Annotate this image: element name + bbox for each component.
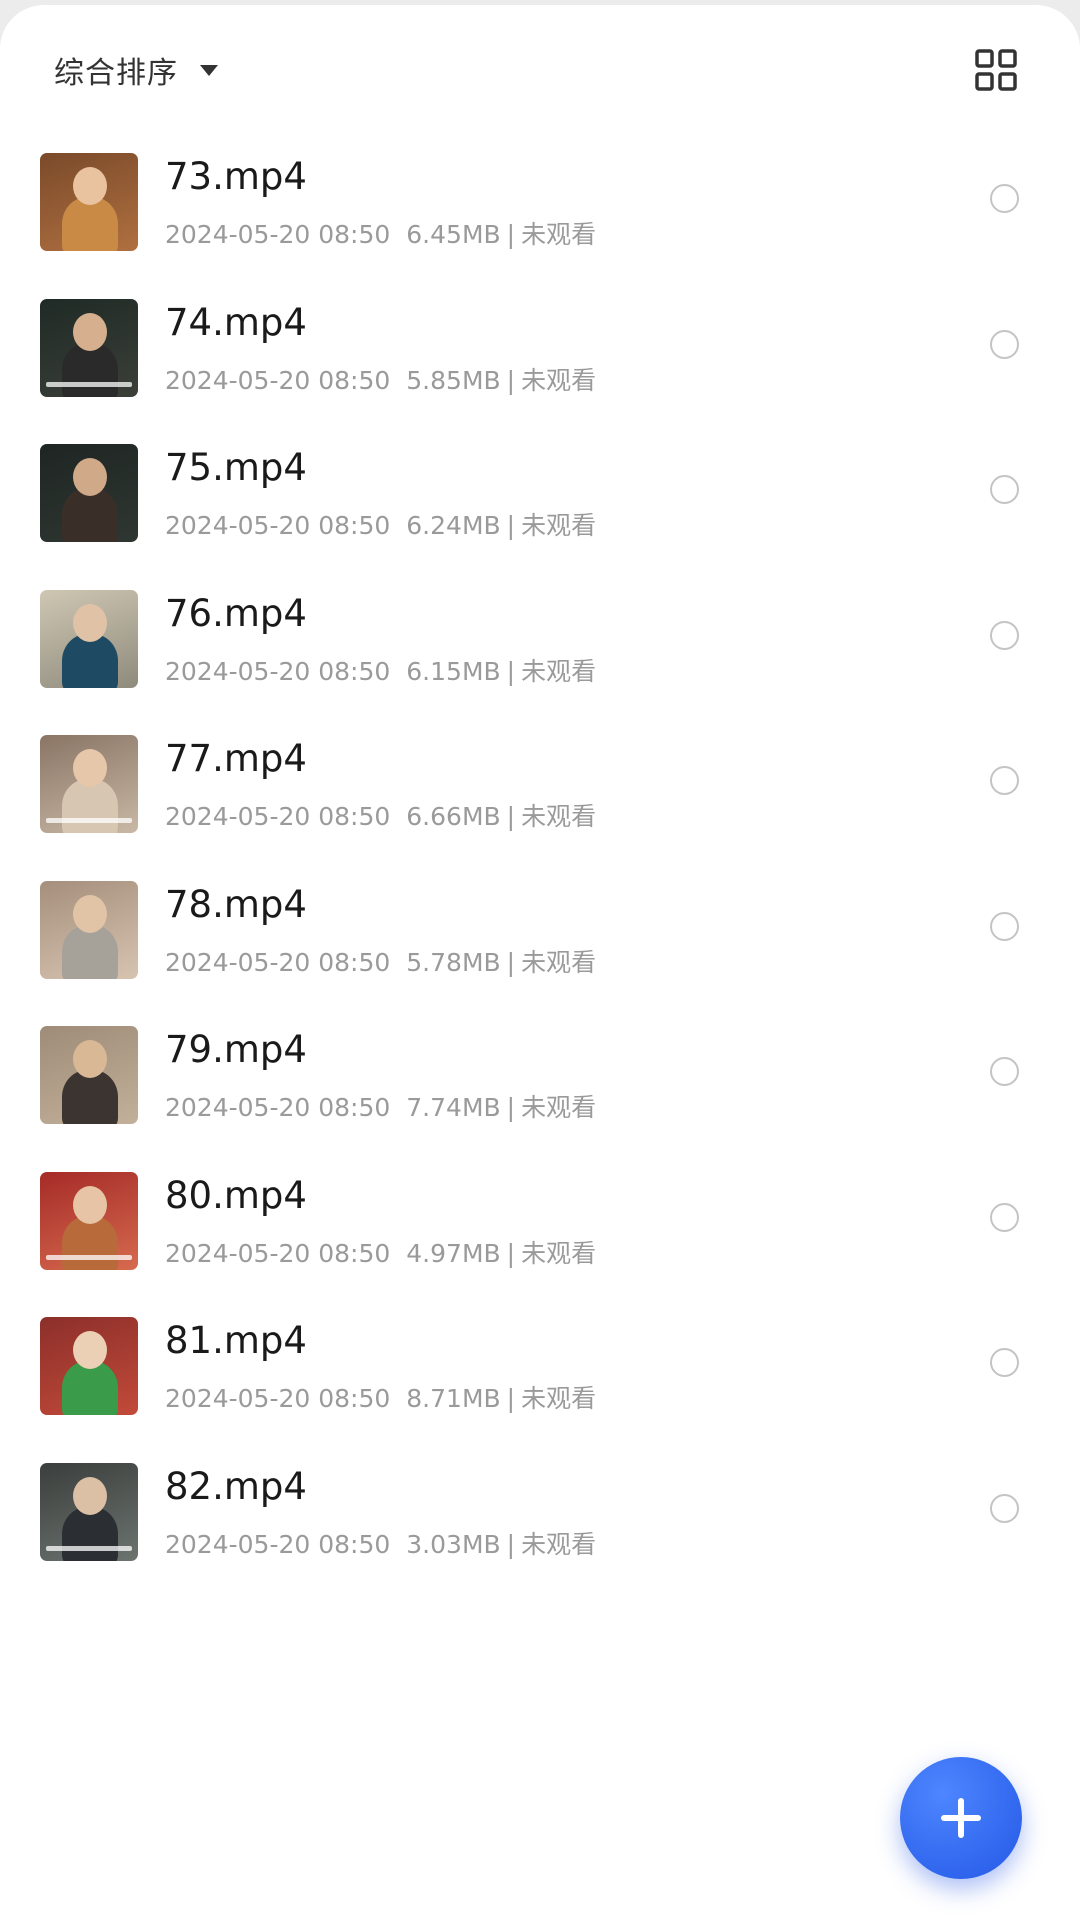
video-meta: 2024-05-20 08:50 5.85MB | 未观看 <box>165 361 596 397</box>
meta-separator: | <box>506 220 516 249</box>
video-size: 4.97MB <box>406 1238 501 1268</box>
select-radio[interactable] <box>990 1202 1019 1232</box>
video-size: 6.66MB <box>406 802 501 831</box>
select-radio[interactable] <box>990 911 1019 941</box>
video-meta: 2024-05-20 08:50 4.97MB | 未观看 <box>165 1234 596 1270</box>
video-thumbnail <box>40 589 138 688</box>
video-title: 74.mp4 <box>165 300 307 344</box>
video-list-item[interactable]: 82.mp4 2024-05-20 08:50 3.03MB | 未观看 <box>0 1415 1080 1593</box>
meta-separator: | <box>506 1238 516 1268</box>
video-thumbnail <box>40 735 138 833</box>
video-title: 82.mp4 <box>165 1464 307 1508</box>
video-date: 2024-05-20 08:50 <box>165 1529 391 1559</box>
video-size: 6.24MB <box>406 511 501 540</box>
video-title: 75.mp4 <box>165 446 307 489</box>
watch-status: 未观看 <box>521 656 597 686</box>
meta-separator: | <box>506 947 516 977</box>
video-title: 80.mp4 <box>165 1173 307 1217</box>
watch-status: 未观看 <box>521 1238 597 1268</box>
watch-status: 未观看 <box>521 1529 597 1559</box>
meta-separator: | <box>506 365 516 395</box>
video-meta: 2024-05-20 08:50 7.74MB | 未观看 <box>165 1088 596 1124</box>
video-thumbnail <box>40 1317 138 1415</box>
video-size: 5.78MB <box>406 947 501 977</box>
video-meta: 2024-05-20 08:50 5.78MB | 未观看 <box>165 943 596 979</box>
video-date: 2024-05-20 08:50 <box>165 802 391 831</box>
video-date: 2024-05-20 08:50 <box>165 656 391 686</box>
video-title: 73.mp4 <box>165 155 307 198</box>
meta-separator: | <box>506 656 516 686</box>
video-meta: 2024-05-20 08:50 6.15MB | 未观看 <box>165 652 596 688</box>
file-list-sheet: 综合排序 73.mp4 2024-05-20 08:50 6.45MB | 未观看 <box>0 5 1080 1921</box>
sort-dropdown[interactable]: 综合排序 <box>54 48 218 92</box>
video-date: 2024-05-20 08:50 <box>165 1093 391 1122</box>
video-size: 7.74MB <box>406 1093 501 1122</box>
video-thumbnail <box>40 444 138 542</box>
video-thumbnail <box>40 298 138 397</box>
video-thumbnail <box>40 153 138 251</box>
meta-separator: | <box>506 1384 516 1413</box>
select-radio[interactable] <box>990 620 1019 650</box>
sort-label: 综合排序 <box>54 56 178 91</box>
video-thumbnail <box>40 1026 138 1124</box>
video-date: 2024-05-20 08:50 <box>165 1238 391 1268</box>
video-thumbnail <box>40 1171 138 1270</box>
video-date: 2024-05-20 08:50 <box>165 220 391 249</box>
video-meta: 2024-05-20 08:50 6.45MB | 未观看 <box>165 215 596 251</box>
video-date: 2024-05-20 08:50 <box>165 365 391 395</box>
watch-status: 未观看 <box>521 802 597 831</box>
watch-status: 未观看 <box>521 1384 597 1413</box>
video-title: 76.mp4 <box>165 591 307 635</box>
video-thumbnail <box>40 1462 138 1561</box>
meta-separator: | <box>506 1093 516 1122</box>
select-radio[interactable] <box>990 184 1019 213</box>
video-size: 5.85MB <box>406 365 501 395</box>
video-thumbnail <box>40 880 138 979</box>
video-meta: 2024-05-20 08:50 3.03MB | 未观看 <box>165 1525 596 1561</box>
video-title: 81.mp4 <box>165 1319 307 1362</box>
video-size: 6.45MB <box>406 220 501 249</box>
chevron-down-icon <box>200 64 218 76</box>
select-radio[interactable] <box>990 1493 1019 1523</box>
video-meta: 2024-05-20 08:50 6.24MB | 未观看 <box>165 506 596 542</box>
select-radio[interactable] <box>990 1057 1019 1086</box>
video-date: 2024-05-20 08:50 <box>165 947 391 977</box>
select-radio[interactable] <box>990 766 1019 795</box>
grid-view-icon[interactable] <box>974 48 1018 92</box>
select-radio[interactable] <box>990 1348 1019 1377</box>
meta-separator: | <box>506 1529 516 1559</box>
video-size: 6.15MB <box>406 656 501 686</box>
video-date: 2024-05-20 08:50 <box>165 511 391 540</box>
watch-status: 未观看 <box>521 1093 597 1122</box>
watch-status: 未观看 <box>521 220 597 249</box>
meta-separator: | <box>506 511 516 540</box>
video-date: 2024-05-20 08:50 <box>165 1384 391 1413</box>
watch-status: 未观看 <box>521 511 597 540</box>
video-size: 3.03MB <box>406 1529 501 1559</box>
meta-separator: | <box>506 802 516 831</box>
add-button[interactable] <box>900 1757 1022 1879</box>
video-title: 77.mp4 <box>165 737 307 780</box>
select-radio[interactable] <box>990 475 1019 504</box>
video-size: 8.71MB <box>406 1384 501 1413</box>
video-meta: 2024-05-20 08:50 6.66MB | 未观看 <box>165 797 596 833</box>
select-radio[interactable] <box>990 329 1019 359</box>
plus-icon <box>941 1798 981 1838</box>
watch-status: 未观看 <box>521 947 597 977</box>
watch-status: 未观看 <box>521 365 597 395</box>
video-title: 79.mp4 <box>165 1028 307 1071</box>
video-meta: 2024-05-20 08:50 8.71MB | 未观看 <box>165 1379 596 1415</box>
video-title: 78.mp4 <box>165 882 307 926</box>
